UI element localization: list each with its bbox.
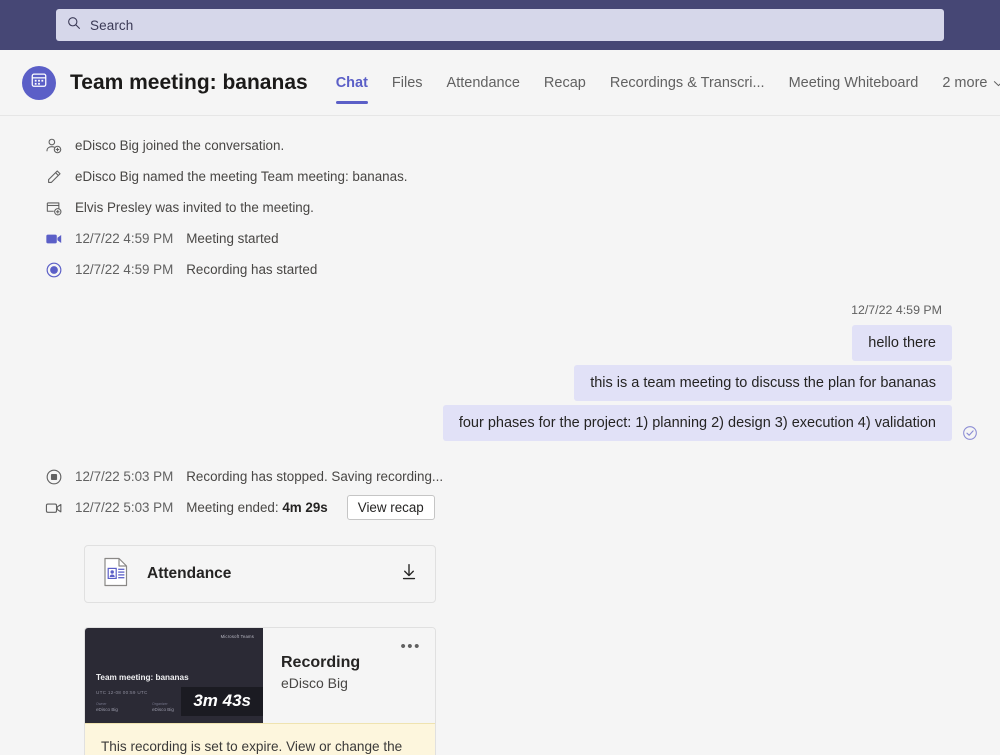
system-message-time: 12/7/22 5:03 PM <box>75 500 173 515</box>
stop-record-icon <box>45 468 75 486</box>
video-filled-icon <box>45 232 75 246</box>
message-group-outgoing: 12/7/22 4:59 PM hello there this is a te… <box>0 303 1000 441</box>
system-message-time: 12/7/22 4:59 PM <box>75 231 173 246</box>
attendance-report-icon <box>101 556 131 593</box>
system-message-invited: Elvis Presley was invited to the meeting… <box>0 192 1000 223</box>
tab-more-label: 2 more <box>942 75 987 91</box>
system-message-text: Elvis Presley was invited to the meeting… <box>75 200 314 215</box>
tab-chat[interactable]: Chat <box>324 50 380 116</box>
message-bubble[interactable]: four phases for the project: 1) planning… <box>443 405 952 441</box>
check-circle-icon <box>962 425 978 441</box>
pencil-icon <box>45 168 75 186</box>
tab-recordings-label: Recordings & Transcri... <box>610 75 765 91</box>
calendar-icon <box>30 71 48 94</box>
system-message-joined: eDisco Big joined the conversation. <box>0 130 1000 161</box>
tab-files[interactable]: Files <box>380 50 435 116</box>
search-icon <box>67 16 81 35</box>
message-row: hello there <box>0 325 952 361</box>
thumbnail-meta-organizer: Organizer eDisco Big <box>152 702 174 712</box>
tab-bar: Chat Files Attendance Recap Recordings &… <box>324 50 1000 116</box>
search-input[interactable]: Search <box>56 9 944 41</box>
tab-files-label: Files <box>392 75 423 91</box>
tab-recap[interactable]: Recap <box>532 50 598 116</box>
recording-author: eDisco Big <box>281 675 435 691</box>
system-message-time: 12/7/22 5:03 PM <box>75 469 173 484</box>
tab-chat-label: Chat <box>336 75 368 91</box>
system-message-renamed: eDisco Big named the meeting Team meetin… <box>0 161 1000 192</box>
system-message-recording-stopped: 12/7/22 5:03 PM Recording has stopped. S… <box>0 461 1000 492</box>
message-bubble[interactable]: hello there <box>852 325 952 361</box>
search-placeholder: Search <box>90 18 133 33</box>
tab-recap-label: Recap <box>544 75 586 91</box>
recording-expiry-banner: This recording is set to expire. View or… <box>85 723 435 755</box>
tab-more-overflow[interactable]: 2 more <box>930 50 1000 116</box>
chevron-down-icon <box>993 75 1000 91</box>
banner-text: This recording is set to expire. View or… <box>101 739 402 755</box>
system-message-meeting-started: 12/7/22 4:59 PM Meeting started <box>0 223 1000 254</box>
tab-meeting-whiteboard[interactable]: Meeting Whiteboard <box>777 50 931 116</box>
attendance-card-label: Attendance <box>147 565 399 583</box>
message-row: four phases for the project: 1) planning… <box>0 405 952 441</box>
more-options-icon[interactable]: ••• <box>400 639 421 654</box>
teams-window: Search Team meeting: bananas Chat <box>0 0 1000 755</box>
calendar-add-icon <box>45 199 75 217</box>
system-message-text: Recording has started <box>186 262 317 277</box>
tab-attendance-label: Attendance <box>447 75 520 91</box>
tab-recordings-transcripts[interactable]: Recordings & Transcri... <box>598 50 777 116</box>
video-outline-icon <box>45 501 75 515</box>
message-row: this is a team meeting to discuss the pl… <box>0 365 952 401</box>
meeting-ended-label: Meeting ended: <box>186 500 278 515</box>
person-add-icon <box>45 137 75 155</box>
system-message-text: eDisco Big named the meeting Team meetin… <box>75 169 407 184</box>
tab-attendance[interactable]: Attendance <box>435 50 532 116</box>
meeting-duration: 4m 29s <box>282 500 327 515</box>
download-icon[interactable] <box>399 562 419 587</box>
message-timestamp: 12/7/22 4:59 PM <box>0 303 952 317</box>
top-bar: Search <box>0 0 1000 50</box>
recording-thumbnail[interactable]: Microsoft Teams Team meeting: bananas UT… <box>85 628 263 723</box>
thumbnail-meta-owner: Owner eDisco Big <box>96 702 118 712</box>
page-title: Team meeting: bananas <box>70 71 308 95</box>
recording-duration: 3m 43s <box>181 687 263 716</box>
attendance-card[interactable]: Attendance <box>84 545 436 603</box>
recording-title: Recording <box>281 654 435 672</box>
record-icon <box>45 261 75 279</box>
thumbnail-title: Team meeting: bananas <box>96 673 189 682</box>
system-message-meeting-ended: 12/7/22 5:03 PM Meeting ended: 4m 29s Vi… <box>0 492 1000 523</box>
system-message-time: 12/7/22 4:59 PM <box>75 262 173 277</box>
meeting-header: Team meeting: bananas Chat Files Attenda… <box>0 50 1000 116</box>
system-message-recording-started: 12/7/22 4:59 PM Recording has started <box>0 254 1000 285</box>
recording-card: Microsoft Teams Team meeting: bananas UT… <box>84 627 436 755</box>
message-bubble[interactable]: this is a team meeting to discuss the pl… <box>574 365 952 401</box>
thumbnail-brand: Microsoft Teams <box>221 634 254 639</box>
view-recap-button[interactable]: View recap <box>347 495 435 520</box>
meeting-avatar <box>22 66 56 100</box>
system-message-text: Meeting started <box>186 231 278 246</box>
thumbnail-subtitle: UTC 12-08 00:59 UTC <box>96 690 148 695</box>
recording-meta: ••• Recording eDisco Big <box>263 628 435 723</box>
chat-body: eDisco Big joined the conversation. eDis… <box>0 116 1000 755</box>
tab-whiteboard-label: Meeting Whiteboard <box>789 75 919 91</box>
system-message-text: eDisco Big joined the conversation. <box>75 138 284 153</box>
system-message-text: Recording has stopped. Saving recording.… <box>186 469 443 484</box>
